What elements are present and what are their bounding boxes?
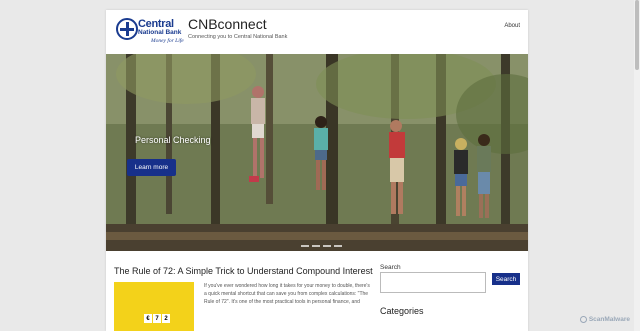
logo-word-national-bank: National Bank [138,29,182,36]
slider-dot[interactable] [323,245,331,247]
post-title-link[interactable]: The Rule of 72: A Simple Trick to Unders… [114,266,373,276]
slider-dot[interactable] [312,245,320,247]
slider-dot[interactable] [334,245,342,247]
thumbnail-block: € [144,314,152,323]
search-label: Search [380,264,401,271]
logo-tagline: Money for Life [151,38,184,44]
hero-photo [106,54,528,251]
slider-dot[interactable] [301,245,309,247]
search-input[interactable] [380,272,486,293]
hero-slider[interactable]: Personal Checking Learn more [106,54,528,251]
thumbnail-block: 2 [162,314,170,323]
hero-caption: Personal Checking [135,135,211,145]
nav-link-about[interactable]: About [504,23,520,29]
page-scrollbar[interactable] [634,0,640,331]
post-thumbnail[interactable]: € 7 2 [114,282,194,331]
site-description: Connecting you to Central National Bank [188,34,288,40]
page-container: Central National Bank Money for Life CNB… [106,10,528,331]
slider-dots [301,245,342,247]
search-button[interactable]: Search [492,273,520,285]
watermark-logo-icon [579,316,587,323]
bank-logo[interactable]: Central National Bank Money for Life [116,18,184,46]
watermark: ScanMalware [579,316,630,323]
scrollbar-thumb[interactable] [635,0,639,70]
logo-emblem-icon [116,18,138,40]
site-title[interactable]: CNBconnect [188,16,267,32]
thumbnail-blocks: € 7 2 [144,314,170,323]
categories-heading: Categories [380,306,424,316]
post-excerpt: If you've ever wondered how long it take… [204,283,370,305]
learn-more-button[interactable]: Learn more [127,159,176,176]
watermark-text: ScanMalware [588,316,630,323]
thumbnail-block: 7 [153,314,161,323]
